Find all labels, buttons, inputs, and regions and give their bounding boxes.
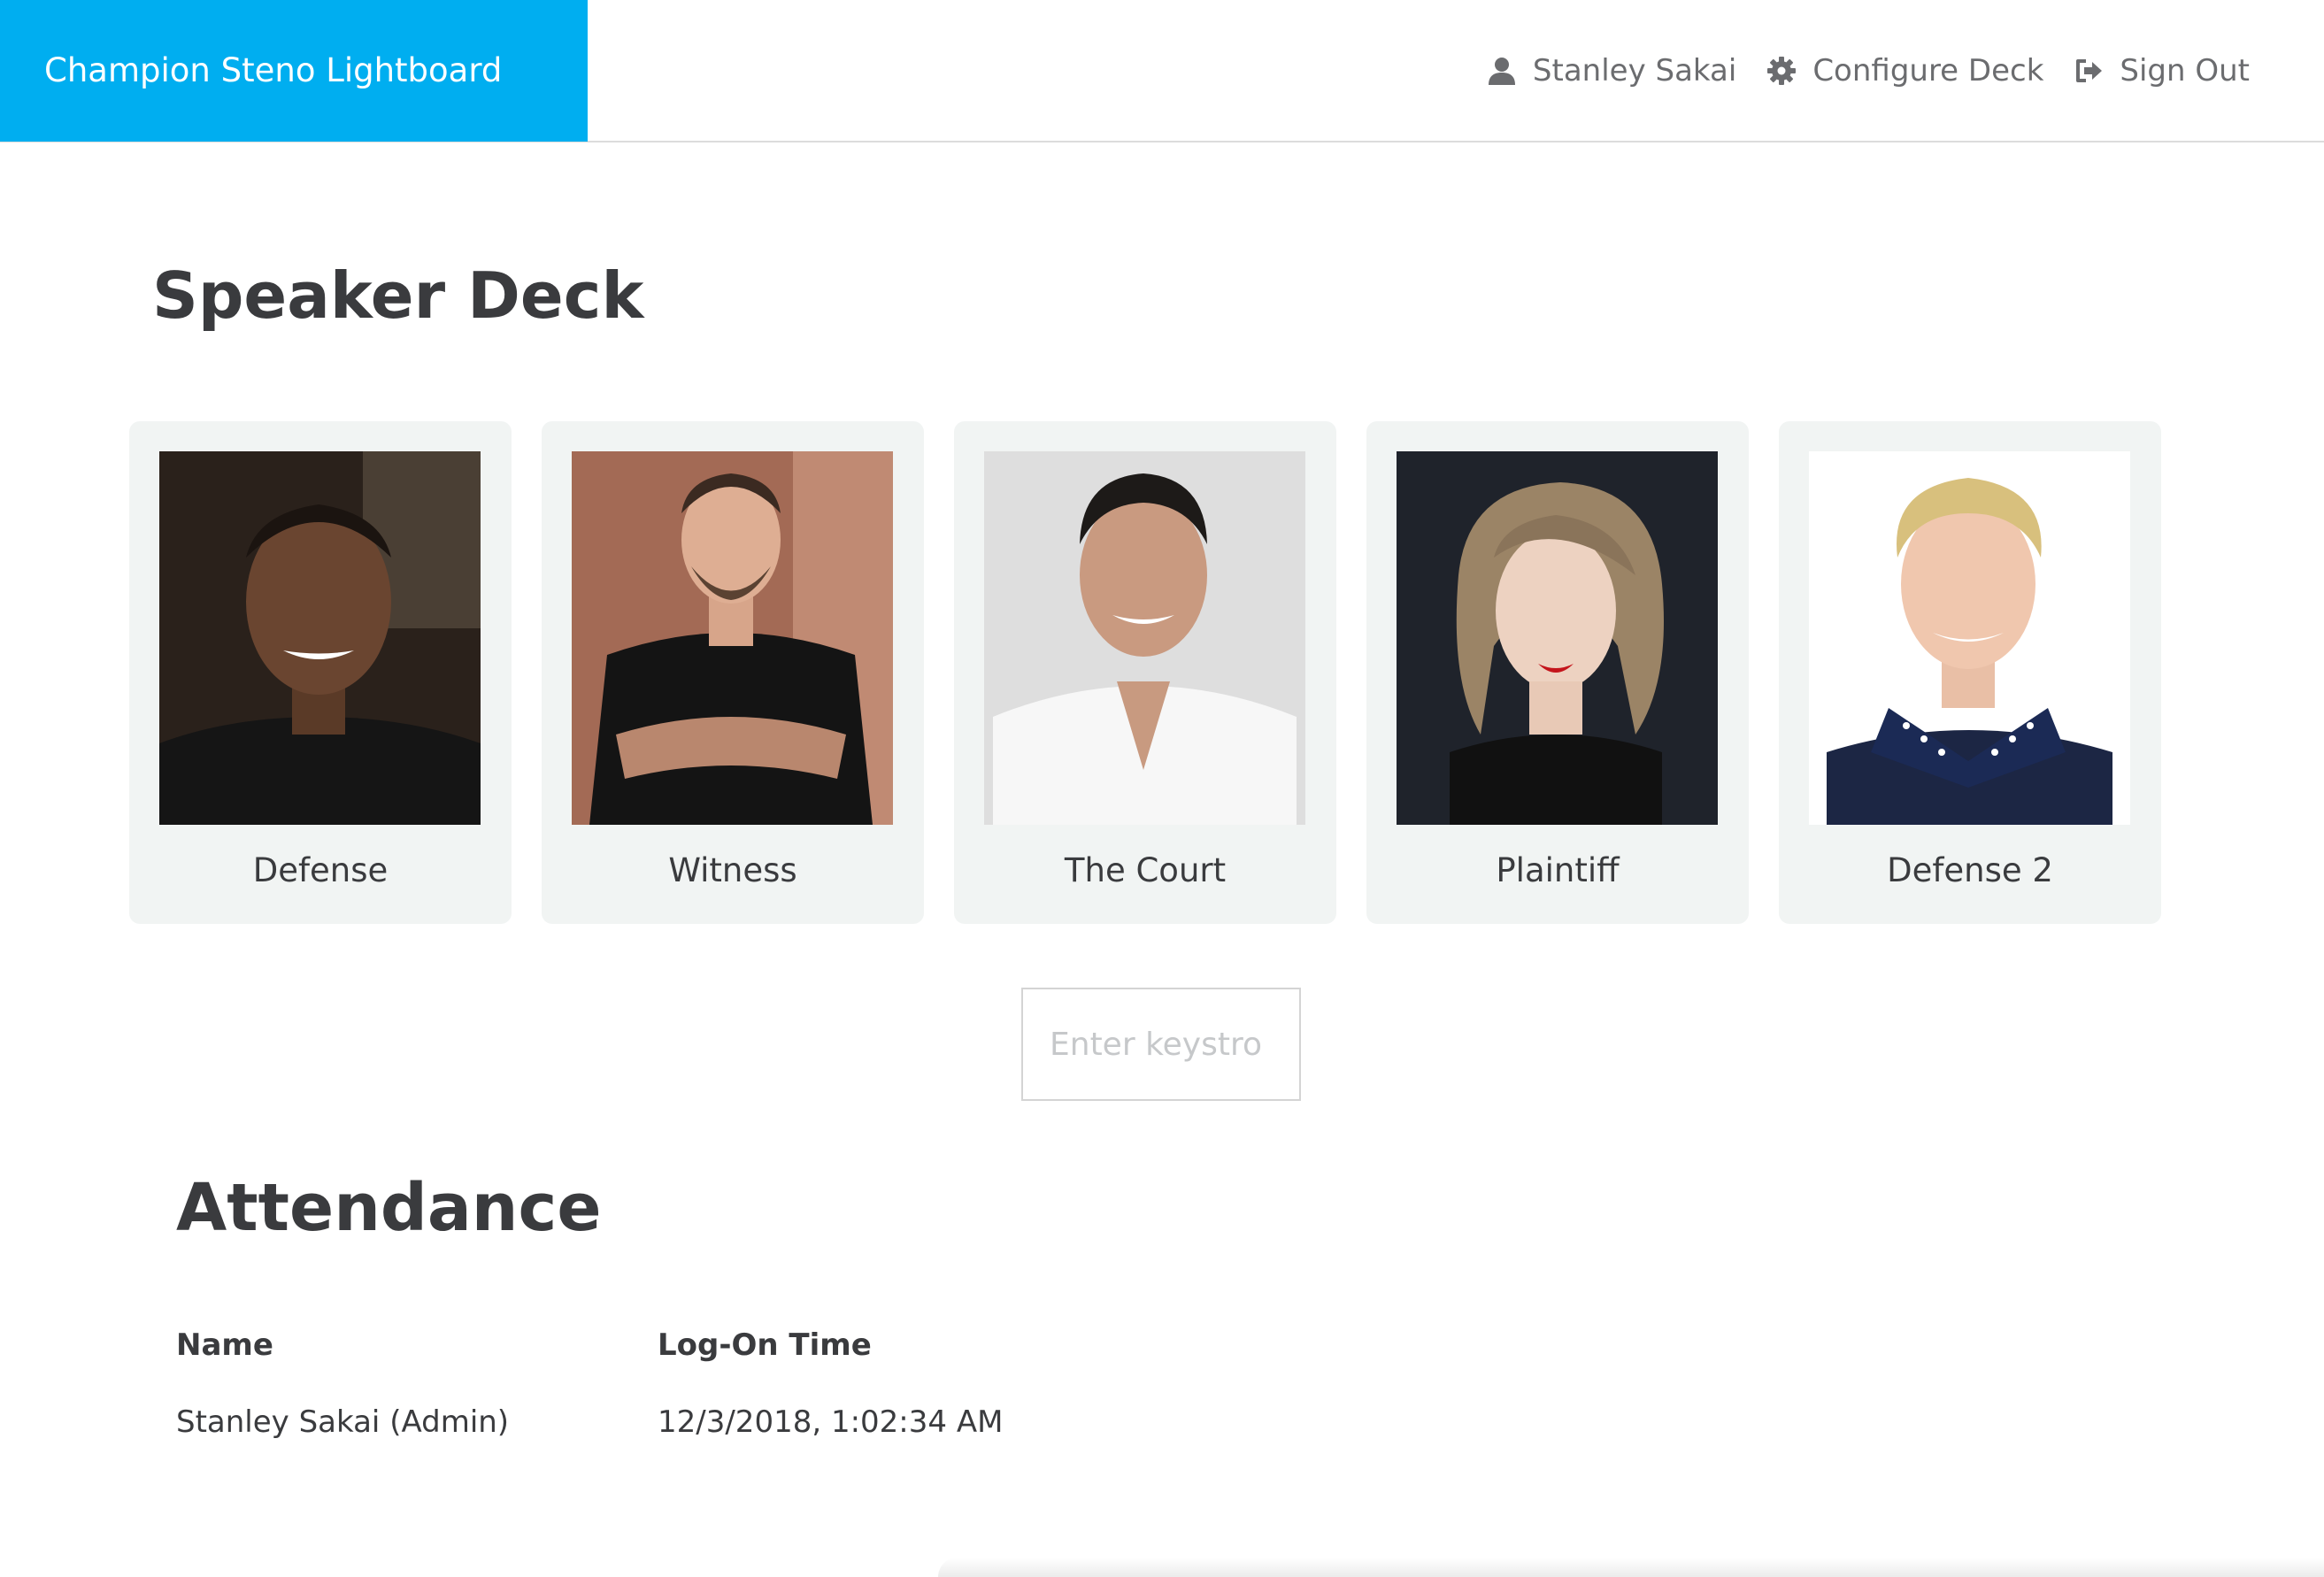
speaker-card-defense-2[interactable]: Defense 2 xyxy=(1779,421,2161,924)
table-header-row: Name Log-On Time xyxy=(176,1327,1003,1386)
speaker-photo xyxy=(1809,451,2130,825)
speaker-photo xyxy=(984,451,1305,825)
speaker-card-witness[interactable]: Witness xyxy=(542,421,924,924)
column-header-name: Name xyxy=(176,1327,273,1363)
nav-configure-label: Configure Deck xyxy=(1812,53,2044,88)
speaker-photo xyxy=(572,451,893,825)
speaker-label: The Court xyxy=(1064,851,1227,889)
attendee-log-on-time: 12/3/2018, 1:02:34 AM xyxy=(658,1404,1004,1440)
nav-user-label: Stanley Sakai xyxy=(1532,53,1737,88)
speaker-photo xyxy=(159,451,481,825)
speaker-card-plaintiff[interactable]: Plaintiff xyxy=(1366,421,1749,924)
keystroke-input[interactable] xyxy=(1021,988,1301,1101)
speaker-label: Witness xyxy=(668,851,797,889)
sign-out-icon xyxy=(2074,56,2104,86)
speaker-label: Defense 2 xyxy=(1887,851,2053,889)
speaker-card-defense[interactable]: Defense xyxy=(129,421,512,924)
speaker-deck: Defense Witness The Court Plaintiff Defe… xyxy=(129,421,2161,924)
attendance-title: Attendance xyxy=(176,1170,602,1246)
nav-sign-out[interactable]: Sign Out xyxy=(2074,53,2250,88)
attendee-name: Stanley Sakai (Admin) xyxy=(176,1404,510,1440)
user-icon xyxy=(1487,56,1517,86)
attendance-table: Name Log-On Time Stanley Sakai (Admin) 1… xyxy=(176,1327,1003,1458)
speaker-label: Plaintiff xyxy=(1496,851,1620,889)
nav-user-profile[interactable]: Stanley Sakai xyxy=(1487,53,1736,88)
top-navbar: Champion Steno Lightboard Stanley Sakai xyxy=(0,0,2324,142)
speaker-deck-title: Speaker Deck xyxy=(152,258,644,333)
table-row: Stanley Sakai (Admin) 12/3/2018, 1:02:34… xyxy=(176,1386,1003,1458)
nav-menu: Stanley Sakai Configure Deck Sign Out xyxy=(1487,0,2250,142)
column-header-log-on-time: Log-On Time xyxy=(658,1327,872,1363)
nav-sign-out-label: Sign Out xyxy=(2120,53,2250,88)
speaker-photo xyxy=(1397,451,1718,825)
gear-icon xyxy=(1766,56,1797,86)
speaker-card-the-court[interactable]: The Court xyxy=(954,421,1336,924)
nav-configure-deck[interactable]: Configure Deck xyxy=(1766,53,2043,88)
app-brand[interactable]: Champion Steno Lightboard xyxy=(0,0,588,142)
window-edge-shadow xyxy=(938,1558,2324,1577)
speaker-label: Defense xyxy=(252,851,389,889)
